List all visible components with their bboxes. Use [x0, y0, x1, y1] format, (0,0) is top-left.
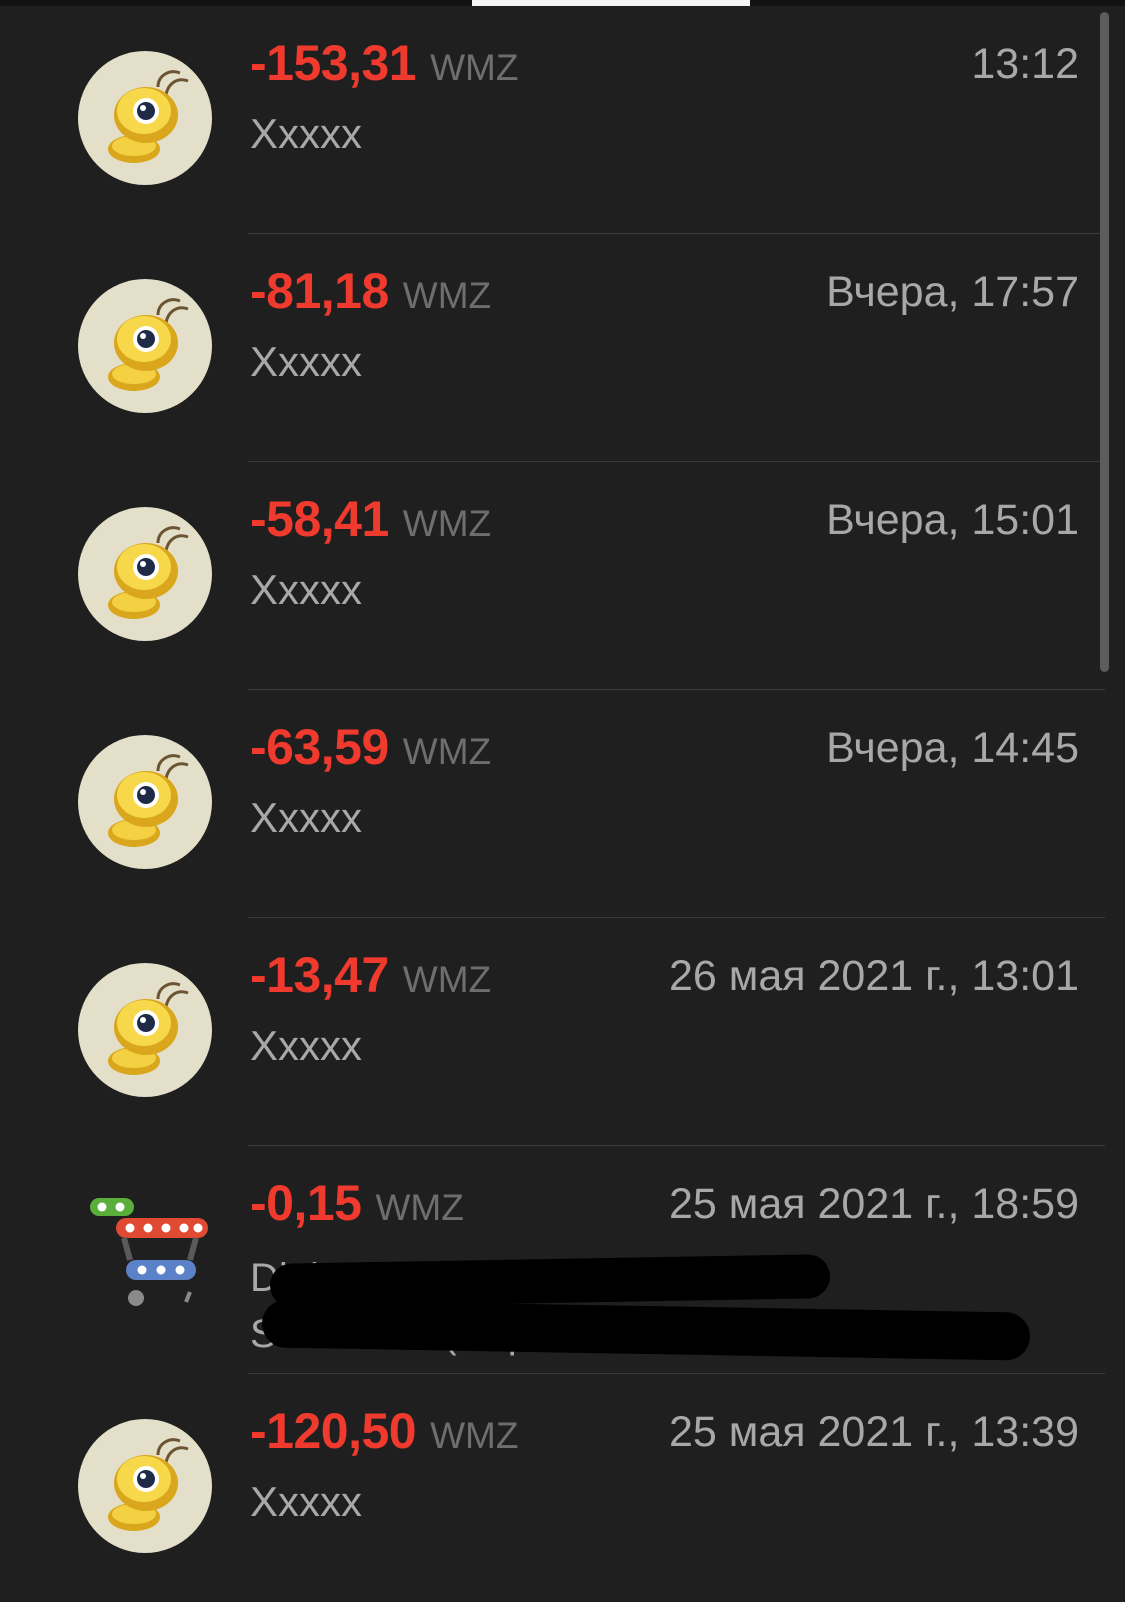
- transaction-time: Вчера, 14:45: [826, 724, 1079, 772]
- transaction-description: Xxxxx: [250, 1478, 363, 1525]
- transaction-amount: -0,15: [250, 1175, 362, 1231]
- scrollbar[interactable]: [1100, 12, 1109, 672]
- transaction-amount: -153,31: [250, 35, 417, 91]
- webmoney-ant-icon: [78, 279, 212, 413]
- transaction-currency: WMZ: [402, 731, 492, 772]
- transaction-currency: WMZ: [430, 1415, 519, 1456]
- webmoney-ant-icon: [78, 1419, 212, 1553]
- transaction-amount: -120,50: [250, 1403, 417, 1459]
- transaction-amount: -13,47: [250, 947, 389, 1003]
- transaction-time: 25 мая 2021 г., 13:39: [669, 1408, 1079, 1456]
- transaction-amount: -63,59: [250, 719, 389, 775]
- transaction-time: 13:12: [971, 40, 1079, 88]
- transaction-list: -153,31 WMZ 13:12 Xxxxx -81,18 WMZ Вчера, …: [0, 6, 1105, 1602]
- webmoney-ant-icon: [78, 735, 212, 869]
- transaction-row[interactable]: -13,47 WMZ 26 мая 2021 г., 13:01 Xxxxx: [0, 918, 1105, 1146]
- transaction-description: Xxxxx: [250, 338, 363, 385]
- transaction-description: Xxxxx: [250, 110, 363, 157]
- transaction-time: Вчера, 15:01: [826, 496, 1079, 544]
- webmoney-ant-icon: [78, 963, 212, 1097]
- transaction-currency: WMZ: [375, 1187, 464, 1228]
- transaction-time: 25 мая 2021 г., 18:59: [669, 1180, 1079, 1228]
- webmoney-ant-icon: [78, 507, 212, 641]
- transaction-currency: WMZ: [402, 959, 492, 1000]
- webmoney-ant-icon: [78, 51, 212, 185]
- transaction-row[interactable]: -153,31 WMZ 13:12 Xxxxx: [0, 6, 1105, 234]
- transaction-amount: -81,18: [250, 263, 389, 319]
- transaction-row[interactable]: -63,59 WMZ Вчера, 14:45 Xxxxx: [0, 690, 1105, 918]
- transaction-row[interactable]: -58,41 WMZ Вчера, 15:01 Xxxxx: [0, 462, 1105, 690]
- transaction-description: Xxxxx: [250, 1022, 363, 1069]
- transaction-time: 26 мая 2021 г., 13:01: [669, 952, 1079, 1000]
- transaction-row[interactable]: -0,15WMZ 25 мая 2021 г., 18:59 Digi... S…: [0, 1146, 1105, 1374]
- transaction-description: Xxxxx: [250, 566, 363, 613]
- transaction-time: Вчера, 17:57: [826, 268, 1079, 316]
- transaction-currency: WMZ: [430, 47, 519, 88]
- shopping-cart-icon: [86, 1198, 216, 1318]
- transaction-row[interactable]: -81,18 WMZ Вчера, 17:57 Xxxxx: [0, 234, 1105, 462]
- transaction-row[interactable]: -120,50 WMZ 25 мая 2021 г., 13:39 Xxxxx: [0, 1374, 1105, 1602]
- transaction-currency: WMZ: [402, 503, 492, 544]
- transaction-description: Xxxxx: [250, 794, 363, 841]
- transaction-currency: WMZ: [402, 275, 492, 316]
- transaction-amount: -58,41: [250, 491, 389, 547]
